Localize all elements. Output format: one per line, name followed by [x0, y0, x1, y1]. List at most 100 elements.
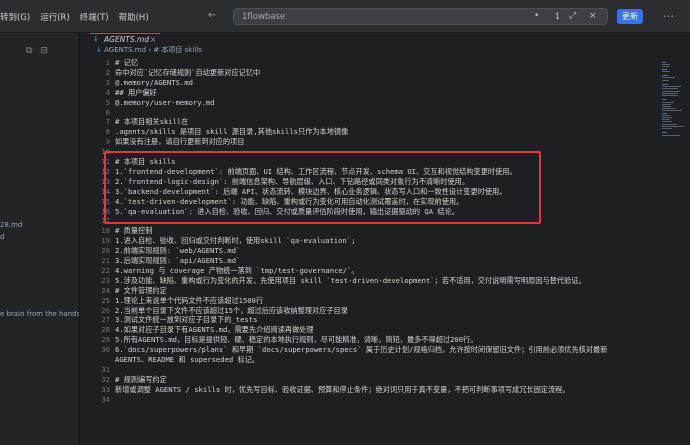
minimap-line: [662, 88, 679, 90]
line-number: 9: [105, 137, 110, 147]
line-number: 30: [101, 345, 110, 355]
code-line[interactable]: @.memory/AGENTS.md: [115, 78, 193, 87]
code-line[interactable]: 1.理论上来说单个代码文件不应该超过1500行: [115, 296, 263, 306]
minimap-line: [662, 70, 671, 72]
line-number: 5: [105, 97, 110, 107]
sidebar-item[interactable]: e brain from the hands...: [0, 310, 79, 318]
minimap-line: [662, 99, 667, 101]
line-number: 34: [101, 394, 110, 404]
line-number: 18: [101, 226, 110, 236]
nav-arrows: ←: [208, 10, 216, 21]
breadcrumb-file[interactable]: AGENTS.md: [104, 46, 146, 54]
breadcrumb-section[interactable]: # 本项目 skills: [153, 46, 202, 54]
code-line[interactable]: 6.`docs/superpowers/plans` 和早期 `docs/sup…: [115, 345, 607, 355]
code-line[interactable]: 命中对应`记忆存储规则`自动更新对应记忆中: [115, 68, 260, 78]
line-number: 20: [101, 246, 110, 256]
line-number: 25: [101, 295, 110, 305]
line-number: 23: [101, 275, 110, 285]
code-line[interactable]: 2.前端实现规则: `web/AGENTS.md`: [115, 246, 240, 256]
minimap-line: [662, 95, 678, 96]
minimap-line: [662, 77, 675, 79]
code-line[interactable]: 2.当前单个目录下文件不应该超过15个，超过后应该收纳整理对应子目录: [115, 306, 348, 316]
minimap-line: [662, 86, 681, 88]
sidebar-item[interactable]: 28.md: [0, 221, 22, 229]
code-line[interactable]: 4.warning 与 coverage 产物统一落到 `tmp/test-go…: [115, 266, 359, 276]
new-file-icon[interactable]: ⧉: [26, 46, 32, 56]
code-line[interactable]: 3.后端实现规则: `api/AGENTS.md`: [115, 256, 240, 266]
minimap-line: [662, 92, 679, 94]
minimap-line: [662, 123, 678, 125]
markdown-icon: ↓: [96, 46, 102, 54]
code-line[interactable]: 3.测试文件统一放到对应子目录下的_tests: [115, 315, 257, 325]
line-number: 24: [101, 285, 110, 295]
tab-bar: ↓ AGENTS.md × ◫: [80, 33, 690, 45]
line-number: 32: [101, 374, 110, 384]
line-number: 28: [101, 325, 110, 335]
code-line[interactable]: .agents/skills 是项目 skill 源目录,其他skills只作为…: [115, 127, 348, 137]
update-button[interactable]: 更新: [617, 9, 643, 24]
code-line[interactable]: ## 用户偏好: [115, 88, 157, 98]
code-line[interactable]: 5.涉及功能、缺陷、重构或行为变化的开发，先使用项目 skill `test-d…: [115, 276, 586, 286]
sidebar-item[interactable]: d: [0, 233, 4, 241]
minimap-line: [662, 128, 672, 129]
menu-item-run[interactable]: 运行(R): [40, 11, 70, 23]
line-number: 4: [105, 87, 110, 97]
code-line[interactable]: # 质量控制: [115, 226, 152, 236]
close-icon[interactable]: ×: [150, 34, 156, 45]
line-number: 7: [105, 117, 110, 127]
line-number: 19: [101, 236, 110, 246]
code-line[interactable]: 4.如果对应子目录下有AGENTS.md，需要先介绍阅读再做处理: [115, 325, 314, 335]
command-search-box[interactable]: 1flowbase • 1 ⤢ ×: [233, 8, 608, 25]
close-icon[interactable]: ×: [589, 11, 597, 21]
minimap-line: [662, 132, 667, 134]
minimap-line: [662, 66, 669, 68]
code-line[interactable]: 5.所有AGENTS.md，目标是提供短、硬、稳定的本地执行规则，尽可能精准，清…: [115, 335, 477, 345]
line-number: 1: [105, 58, 110, 67]
line-number: 26: [101, 305, 110, 315]
code-line[interactable]: @.memory/user-memory.md: [115, 98, 215, 107]
code-line[interactable]: 新增或调整 AGENTS / skills 时，优先写目标、验收证据、预算和停止…: [115, 385, 570, 395]
line-number: 22: [101, 265, 110, 275]
minimap-line: [662, 79, 669, 81]
expand-icon[interactable]: ⤢: [569, 11, 576, 21]
code-line[interactable]: # 本项目相关skill在: [115, 117, 188, 127]
minimap-line: [662, 112, 667, 114]
back-arrow-icon[interactable]: ←: [208, 10, 216, 21]
minimap-line: [662, 84, 668, 85]
minimap-line: [662, 64, 670, 66]
minimap-line: [662, 121, 673, 123]
line-number: 3: [105, 77, 110, 87]
tab-agents-md[interactable]: ↓ AGENTS.md ×: [90, 33, 160, 45]
line-number: 33: [101, 384, 110, 394]
minimap-line: [662, 117, 673, 118]
collapse-icon[interactable]: ⊟: [40, 46, 48, 56]
highlight-box: [104, 151, 541, 224]
code-line[interactable]: 如果没有注册，请自行更新到对应的项目: [115, 137, 244, 147]
code-editor[interactable]: 1 # 记忆 2 命中对应`记忆存储规则`自动更新对应记忆中 3 @.memory/AGE…: [80, 56, 660, 445]
line-number: 29: [101, 335, 110, 345]
line-number: 8: [105, 127, 110, 137]
code-line[interactable]: # 规则编写约定: [115, 375, 167, 385]
minimap-line: [662, 108, 677, 110]
line-number: 21: [101, 256, 110, 265]
sidebar: ⧉ ⊟ 28.md d e brain from the hands...: [0, 33, 80, 445]
minimap-line: [662, 125, 684, 127]
menu-item-help[interactable]: 帮助(H): [119, 11, 149, 23]
code-line[interactable]: # 文件管理约定: [115, 286, 167, 296]
minimap-line: [662, 90, 680, 92]
code-line[interactable]: # 记忆: [115, 58, 138, 68]
more-icon[interactable]: …: [663, 7, 674, 20]
code-line[interactable]: AGENTS、README 和 superseded 标记。: [115, 355, 259, 365]
minimap-line: [662, 134, 681, 136]
tab-label: AGENTS.md: [104, 35, 150, 44]
line-number: 27: [101, 315, 110, 325]
title-bar: 转到(G) 运行(R) 终端(T) 帮助(H) ← 1flowbase • 1 …: [0, 0, 690, 33]
minimap-line: [662, 62, 666, 63]
minimap-line: [662, 119, 671, 121]
menu-item-goto[interactable]: 转到(G): [0, 11, 30, 23]
minimap-line: [662, 106, 671, 107]
minimap-line: [662, 103, 671, 105]
scrollbar[interactable]: [684, 56, 690, 445]
menu-item-terminal[interactable]: 终端(T): [80, 11, 109, 23]
code-line[interactable]: 1.进入自检、验收、回归或交付判断时，使用skill `qa-evaluatio…: [115, 236, 355, 246]
